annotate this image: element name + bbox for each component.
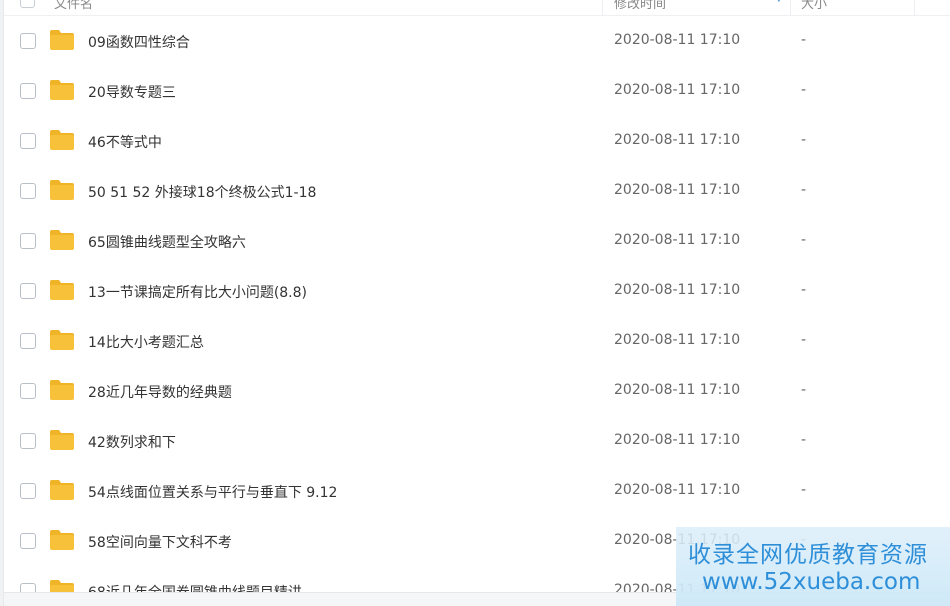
folder-icon xyxy=(49,429,75,451)
modified-date: 2020-08-11 17:10 xyxy=(614,432,741,448)
file-row[interactable]: 42数列求和下 2020-08-11 17:10 - xyxy=(4,416,950,466)
folder-icon xyxy=(49,79,75,101)
file-row[interactable]: 09函数四性综合 2020-08-11 17:10 - xyxy=(4,16,950,66)
file-list-page: 文件名 修改时间 ▼ 大小 09函数四性综合2020-08-11 17:10-2… xyxy=(0,0,950,606)
row-checkbox[interactable] xyxy=(20,383,36,399)
file-row[interactable]: 50 51 52 外接球18个终极公式1-18 2020-08-11 17:10 - xyxy=(4,166,950,216)
column-header-size[interactable]: 大小 xyxy=(801,0,827,12)
file-row[interactable]: 20导数专题三 2020-08-11 17:10 - xyxy=(4,66,950,116)
column-divider[interactable] xyxy=(790,0,791,16)
file-name-link[interactable]: 28近几年导数的经典题 xyxy=(88,382,232,402)
row-checkbox[interactable] xyxy=(20,233,36,249)
file-name-link[interactable]: 50 51 52 外接球18个终极公式1-18 xyxy=(88,182,316,202)
file-name-link[interactable]: 58空间向量下文科不考 xyxy=(88,532,232,552)
row-checkbox[interactable] xyxy=(20,33,36,49)
column-header-name[interactable]: 文件名 xyxy=(54,0,93,12)
file-row[interactable]: 28近几年导数的经典题 2020-08-11 17:10 - xyxy=(4,366,950,416)
file-row[interactable]: 14比大小考题汇总 2020-08-11 17:10 - xyxy=(4,316,950,366)
file-name-link[interactable]: 13一节课搞定所有比大小问题(8.8) xyxy=(88,282,307,302)
file-size: - xyxy=(801,132,807,148)
file-size: - xyxy=(801,182,807,198)
folder-icon xyxy=(49,229,75,251)
watermark-slogan: 收录全网优质教育资源 xyxy=(688,542,928,568)
modified-date: 2020-08-11 17:10 xyxy=(614,182,741,198)
watermark-banner: 收录全网优质教育资源 www.52xueba.com xyxy=(676,527,950,606)
folder-icon xyxy=(49,529,75,551)
modified-date: 2020-08-11 17:10 xyxy=(614,282,741,298)
modified-date: 2020-08-11 17:10 xyxy=(614,82,741,98)
row-checkbox[interactable] xyxy=(20,183,36,199)
modified-date: 2020-08-11 17:10 xyxy=(614,232,741,248)
file-row[interactable]: 54点线面位置关系与平行与垂直下 9.12 2020-08-11 17:10 - xyxy=(4,466,950,516)
file-size: - xyxy=(801,332,807,348)
row-checkbox[interactable] xyxy=(20,83,36,99)
modified-date: 2020-08-11 17:10 xyxy=(614,32,741,48)
folder-icon xyxy=(49,129,75,151)
modified-date: 2020-08-11 17:10 xyxy=(614,382,741,398)
file-row[interactable]: 65圆锥曲线题型全攻略六 2020-08-11 17:10 - xyxy=(4,216,950,266)
row-checkbox[interactable] xyxy=(20,433,36,449)
folder-icon xyxy=(49,379,75,401)
folder-icon xyxy=(49,179,75,201)
file-name-link[interactable]: 65圆锥曲线题型全攻略六 xyxy=(88,232,246,252)
row-checkbox[interactable] xyxy=(20,333,36,349)
file-name-link[interactable]: 20导数专题三 xyxy=(88,82,176,102)
file-list-header: 文件名 修改时间 ▼ 大小 xyxy=(4,0,950,16)
file-size: - xyxy=(801,82,807,98)
row-checkbox[interactable] xyxy=(20,133,36,149)
file-size: - xyxy=(801,32,807,48)
row-checkbox[interactable] xyxy=(20,533,36,549)
file-row[interactable]: 13一节课搞定所有比大小问题(8.8) 2020-08-11 17:10 - xyxy=(4,266,950,316)
file-size: - xyxy=(801,482,807,498)
file-name-link[interactable]: 42数列求和下 xyxy=(88,432,176,452)
file-name-link[interactable]: 09函数四性综合 xyxy=(88,32,190,52)
file-name-link[interactable]: 14比大小考题汇总 xyxy=(88,332,204,352)
file-size: - xyxy=(801,282,807,298)
folder-icon xyxy=(49,329,75,351)
file-size: - xyxy=(801,382,807,398)
modified-date: 2020-08-11 17:10 xyxy=(614,482,741,498)
row-checkbox[interactable] xyxy=(20,283,36,299)
folder-icon xyxy=(49,29,75,51)
folder-icon xyxy=(49,479,75,501)
row-checkbox[interactable] xyxy=(20,483,36,499)
file-row[interactable]: 46不等式中 2020-08-11 17:10 - xyxy=(4,116,950,166)
file-list: 09函数四性综合 2020-08-11 17:10 - 20导数专题三 2020-08-… xyxy=(4,16,950,606)
select-all-checkbox[interactable] xyxy=(20,0,35,8)
column-header-date[interactable]: 修改时间 xyxy=(614,0,666,12)
watermark-url: www.52xueba.com xyxy=(702,569,921,595)
file-name-link[interactable]: 46不等式中 xyxy=(88,132,162,152)
file-size: - xyxy=(801,432,807,448)
modified-date: 2020-08-11 17:10 xyxy=(614,332,741,348)
column-divider[interactable] xyxy=(602,0,603,16)
modified-date: 2020-08-11 17:10 xyxy=(614,132,741,148)
column-divider[interactable] xyxy=(914,0,915,16)
sort-arrow-icon: ▼ xyxy=(775,0,783,4)
folder-icon xyxy=(49,279,75,301)
file-size: - xyxy=(801,232,807,248)
file-name-link[interactable]: 54点线面位置关系与平行与垂直下 9.12 xyxy=(88,482,337,502)
